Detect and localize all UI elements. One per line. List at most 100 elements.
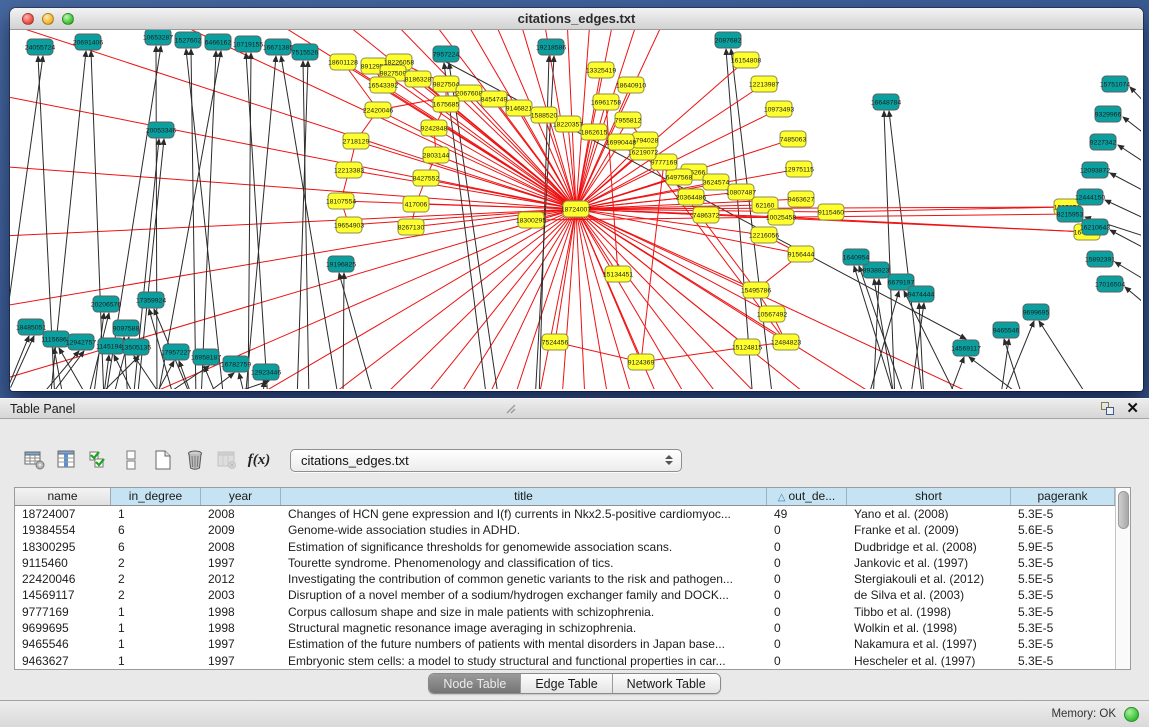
table-row[interactable]: 946362711997Embryonic stem cells: a mode…: [15, 653, 1115, 669]
table-cell: 0: [767, 604, 847, 620]
dropdown-stepper-icon: [665, 455, 673, 465]
graph-node-label: 9115460: [818, 210, 844, 217]
table-cell: 1998: [201, 604, 281, 620]
column-header-short[interactable]: short: [847, 488, 1011, 505]
table-cell: 5.3E-5: [1011, 555, 1115, 571]
citation-network-graph: 1872400718300295161548081221398710973493…: [10, 30, 1141, 389]
table-cell: Franke et al. (2009): [847, 522, 1011, 538]
graph-node-label: 20691406: [73, 40, 103, 47]
graph-node-label: 1527602: [175, 38, 202, 45]
graph-node-label: 19218586: [536, 45, 566, 52]
table-vertical-scrollbar[interactable]: [1115, 488, 1130, 669]
graph-node-label: 16219072: [628, 150, 658, 157]
table-cell: 2: [111, 587, 201, 603]
window-title: citations_edges.txt: [10, 11, 1143, 26]
graph-node-label: 7524456: [542, 340, 569, 347]
window-titlebar[interactable]: citations_edges.txt: [10, 8, 1143, 30]
table-row[interactable]: 1830029562008Estimation of significance …: [15, 539, 1115, 555]
table-header-row: namein_degreeyeartitle△out_de...shortpag…: [15, 488, 1115, 506]
table-cell: Estimation of significance thresholds fo…: [281, 539, 767, 555]
node-table: namein_degreeyeartitle△out_de...shortpag…: [14, 487, 1131, 670]
graph-node-label: 10567492: [757, 312, 787, 319]
close-panel-icon[interactable]: ✕: [1126, 402, 1139, 415]
graph-node-label: 9463627: [788, 197, 815, 204]
graph-node-label: 16154808: [731, 58, 761, 65]
table-cell: Estimation of the future numbers of pati…: [281, 636, 767, 652]
column-header-pagerank[interactable]: pagerank: [1011, 488, 1115, 505]
graph-node-label: 9699695: [1023, 310, 1050, 317]
table-cell: 1: [111, 604, 201, 620]
graph-node-label: 12093872: [1080, 168, 1110, 175]
graph-node-label: 12484823: [771, 340, 801, 347]
graph-node-label: 1640954: [843, 255, 870, 262]
graph-node-label: 7486372: [693, 213, 720, 220]
tab-edge-table[interactable]: Edge Table: [520, 674, 611, 693]
table-selector-dropdown[interactable]: citations_edges.txt: [290, 449, 682, 472]
graph-node-label: 10653287: [143, 35, 173, 42]
graph-node-label: 18107554: [326, 199, 356, 206]
table-cell: 0: [767, 539, 847, 555]
graph-node-label: 7485063: [780, 137, 807, 144]
table-row[interactable]: 1456911722003Disruption of a novel membe…: [15, 587, 1115, 603]
table-cell: Corpus callosum shape and size in male p…: [281, 604, 767, 620]
table-cell: 1: [111, 636, 201, 652]
table-body: 1872400712008Changes of HCN gene express…: [15, 506, 1115, 669]
graph-node-label: 17016504: [1095, 282, 1125, 289]
graph-node-label: 9097588: [113, 326, 140, 333]
table-row[interactable]: 911546021997Tourette syndrome. Phenomeno…: [15, 555, 1115, 571]
graph-node-label: 10807487: [726, 190, 756, 197]
select-all-icon[interactable]: [86, 447, 112, 473]
table-row[interactable]: 946554611997Estimation of the future num…: [15, 636, 1115, 652]
table-cell: 2012: [201, 571, 281, 587]
tab-node-table[interactable]: Node Table: [429, 674, 520, 693]
table-cell: 1998: [201, 620, 281, 636]
show-column-icon[interactable]: [54, 447, 80, 473]
table-cell: Dudbridge et al. (2008): [847, 539, 1011, 555]
table-row[interactable]: 1872400712008Changes of HCN gene express…: [15, 506, 1115, 522]
column-header-title[interactable]: title: [281, 488, 767, 505]
graph-node-label: 16990448: [606, 140, 636, 147]
graph-node-label: 6679197: [888, 280, 915, 287]
table-cell: 9777169: [15, 604, 111, 620]
unselect-all-icon[interactable]: [118, 447, 144, 473]
table-cell: 1997: [201, 555, 281, 571]
table-row[interactable]: 977716911998Corpus callosum shape and si…: [15, 604, 1115, 620]
column-header-year[interactable]: year: [201, 488, 281, 505]
table-mode-icon[interactable]: [22, 447, 48, 473]
table-row[interactable]: 1938455462009Genome-wide association stu…: [15, 522, 1115, 538]
table-cell: Yano et al. (2008): [847, 506, 1011, 522]
table-cell: 19384554: [15, 522, 111, 538]
column-header-out_de[interactable]: △out_de...: [767, 488, 847, 505]
delete-column-icon[interactable]: [182, 447, 208, 473]
table-cell: 6: [111, 539, 201, 555]
table-row[interactable]: 2242004622012Investigating the contribut…: [15, 571, 1115, 587]
table-cell: 14569117: [15, 587, 111, 603]
status-bar: Memory: OK: [0, 700, 1149, 727]
graph-node-label: 18601128: [328, 60, 358, 67]
table-row[interactable]: 969969511998Structural magnetic resonanc…: [15, 620, 1115, 636]
float-panel-icon[interactable]: [1101, 402, 1114, 415]
graph-node-label: 9474444: [908, 292, 935, 299]
column-header-in_degree[interactable]: in_degree: [111, 488, 201, 505]
graph-node-label: 7515526: [292, 50, 319, 57]
tab-network-table[interactable]: Network Table: [612, 674, 720, 693]
table-cell: Disruption of a novel member of a sodium…: [281, 587, 767, 603]
graph-node-label: 8186328: [405, 77, 432, 84]
graph-node-label: 18220357: [553, 122, 583, 129]
graph-node-label: 9777169: [651, 160, 678, 167]
graph-node-label: 8427552: [413, 176, 440, 183]
function-builder-icon[interactable]: f(x): [246, 447, 272, 473]
graph-node-label: 20206576: [91, 302, 121, 309]
graph-node-label: 12975115: [784, 167, 814, 174]
graph-node-label: 17359924: [136, 298, 166, 305]
delete-table-icon[interactable]: [214, 447, 240, 473]
network-view-canvas[interactable]: 1872400718300295161548081221398710973493…: [10, 30, 1141, 389]
table-cell: 5.6E-5: [1011, 522, 1115, 538]
create-column-icon[interactable]: [150, 447, 176, 473]
divider-grip-icon[interactable]: [505, 403, 517, 415]
graph-node-label: 15751074: [1100, 82, 1130, 89]
column-header-name[interactable]: name: [15, 488, 111, 505]
scrollbar-thumb[interactable]: [1118, 491, 1129, 529]
graph-node-label: 16210643: [1080, 225, 1110, 232]
graph-node-label: 20364486: [676, 195, 706, 202]
